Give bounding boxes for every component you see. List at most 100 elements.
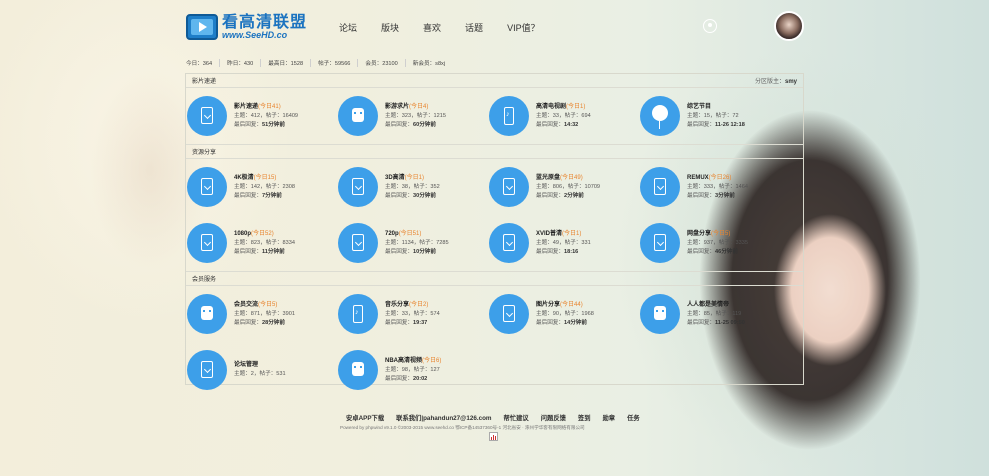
forum-name[interactable]: 4K极清 [234,175,254,181]
forum-doc-icon[interactable] [640,223,680,263]
film-logo-icon [186,14,218,40]
forum-counts: 主题：806，帖子：10709 [536,183,601,190]
forum-phone-icon[interactable] [338,294,378,334]
forum-name[interactable]: 图片分享 [536,302,560,308]
forum-robot-icon[interactable] [640,294,680,334]
user-icon[interactable] [703,19,717,33]
forum-robot-icon[interactable] [187,294,227,334]
forum-name[interactable]: 1080p [234,231,251,237]
section-title[interactable]: 影片速递 [192,76,216,85]
forum-name[interactable]: 高清电视剧 [536,104,566,110]
forum-doc-icon[interactable] [187,350,227,390]
footer-link[interactable]: 帮忙建议 [504,413,529,422]
footer-link[interactable]: 问题反馈 [541,413,566,422]
forum-item[interactable]: 会员交流(今日5) 主题：871，帖子：3901 最后回复：28分钟前 [186,294,337,334]
forum-item[interactable]: REMUX(今日26) 主题：333，帖子：1464 最后回复：3分钟前 [639,167,790,207]
nav-forum[interactable]: 论坛 [339,21,357,34]
forum-name[interactable]: REMUX [687,175,709,181]
forum-last-reply: 最后回复：51分钟前 [234,121,285,128]
moderator-name[interactable]: smy [785,79,797,85]
forum-counts: 主题：38，帖子：352 [385,183,440,190]
forum-counts: 主题：142，帖子：2308 [234,183,295,190]
forum-name[interactable]: 蓝光原盘 [536,175,560,181]
forum-doc-icon[interactable] [338,167,378,207]
forum-name[interactable]: 3D高清 [385,175,405,181]
forum-row: 1080p(今日52) 主题：823，帖子：8334 最后回复：11分钟前 720p(… [186,215,803,271]
forum-name[interactable]: 会员交流 [234,302,258,308]
forum-item[interactable]: 综艺节目 主题：15，帖子：72 最后回复：11-26 12:18 [639,96,790,136]
footer-link[interactable]: 联系我们|pahandun27@126.com [396,413,491,422]
forum-name[interactable]: 影片速递 [234,104,258,110]
forum-balloon-icon[interactable] [640,96,680,136]
forum-item[interactable]: 1080p(今日52) 主题：823，帖子：8334 最后回复：11分钟前 [186,223,337,263]
forum-item[interactable]: 4K极清(今日15) 主题：142，帖子：2308 最后回复：7分钟前 [186,167,337,207]
forum-item[interactable]: 人人都是美情帝 主题：85，帖子：119 最后回复：11-25 09:50 [639,294,790,334]
forum-name[interactable]: 综艺节目 [687,104,711,110]
nav-likes[interactable]: 喜欢 [423,21,441,34]
forum-item[interactable]: 论坛管理 主题：2，帖子：531 [186,350,337,390]
forum-counts: 主题：412，帖子：16409 [234,112,299,119]
forum-name[interactable]: 音乐分享 [385,302,409,308]
forum-today-count: (今日41) [258,103,281,110]
forum-name[interactable]: 网盘分享 [687,231,711,237]
forum-today-count: (今日26) [708,174,732,181]
forum-name[interactable]: 720p [385,231,399,237]
forum-item[interactable]: 720p(今日51) 主题：1134，帖子：7285 最后回复：10分钟前 [337,223,488,263]
forum-counts: 主题：1134，帖子：7285 [385,239,449,246]
forum-doc-icon[interactable] [338,223,378,263]
footer-link[interactable]: 签到 [578,413,591,422]
forum-doc-icon[interactable] [187,167,227,207]
forum-item[interactable]: NBA高清视频(今日6) 主题：98，帖子：127 最后回复：20:02 [337,350,488,390]
nav-boards[interactable]: 版块 [381,21,399,34]
forum-today-count: (今日6) [422,357,442,364]
forum-name[interactable]: 人人都是美情帝 [687,302,729,308]
forum-name[interactable]: 论坛管理 [234,362,258,368]
forum-last-reply: 最后回复：14:32 [536,121,579,128]
forum-row: 4K极清(今日15) 主题：142，帖子：2308 最后回复：7分钟前 3D高清 (今日… [186,159,803,215]
forum-doc-icon[interactable] [489,167,529,207]
forum-item[interactable]: 影游求片(今日4) 主题：323，帖子：1215 最后回复：60分钟前 [337,96,488,136]
forum-last-reply: 最后回复：3分钟前 [687,192,735,199]
stats-badge-icon[interactable] [489,432,498,441]
forum-robot-icon[interactable] [338,350,378,390]
section-title[interactable]: 会员服务 [192,274,216,283]
footer-link[interactable]: 勋章 [603,413,616,422]
forum-doc-icon[interactable] [489,223,529,263]
forum-last-reply: 最后回复：20:02 [385,375,428,382]
forum-last-reply: 最后回复：18:16 [536,248,579,255]
forum-counts: 主题：90，帖子：1968 [536,310,594,317]
forum-item[interactable]: 音乐分享(今日2) 主题：33，帖子：574 最后回复：19:37 [337,294,488,334]
stat-yesterday: 昨日：430 [227,59,262,67]
forum-item[interactable]: 高清电视剧(今日1) 主题：33，帖子：694 最后回复：14:32 [488,96,639,136]
forum-name[interactable]: 影游求片 [385,104,409,110]
forum-item[interactable]: 影片速递(今日41) 主题：412，帖子：16409 最后回复：51分钟前 [186,96,337,136]
stat-new-member[interactable]: 新会员：s8xj [413,59,452,67]
nav-topics[interactable]: 话题 [465,21,483,34]
avatar[interactable] [774,11,804,41]
section-header: 会员服务 [186,272,803,286]
section-2: 会员服务会员交流(今日5) 主题：871，帖子：3901 最后回复：28分钟前 音乐分… [186,272,803,398]
forum-last-reply: 最后回复：30分钟前 [385,192,436,199]
footer-link[interactable]: 任务 [627,413,640,422]
forum-name[interactable]: XVID普清 [536,231,562,237]
footer-link[interactable]: 安卓APP下载 [346,413,384,422]
nav-vip[interactable]: VIP值？ [507,21,540,34]
forum-counts: 主题：49，帖子：331 [536,239,591,246]
forum-doc-icon[interactable] [640,167,680,207]
forum-last-reply: 最后回复：11-26 12:18 [687,121,745,128]
forum-item[interactable]: 图片分享(今日44) 主题：90，帖子：1968 最后回复：14分钟前 [488,294,639,334]
forum-doc-icon[interactable] [187,223,227,263]
forum-item[interactable]: 3D高清(今日1) 主题：38，帖子：352 最后回复：30分钟前 [337,167,488,207]
forum-name[interactable]: NBA高清视频 [385,358,422,364]
forum-phone-icon[interactable] [489,96,529,136]
forum-doc-icon[interactable] [489,294,529,334]
forum-item[interactable]: 蓝光原盘(今日49) 主题：806，帖子：10709 最后回复：2分钟前 [488,167,639,207]
forum-item[interactable]: XVID普清(今日1) 主题：49，帖子：331 最后回复：18:16 [488,223,639,263]
forum-item[interactable]: 网盘分享(今日5) 主题：937，帖子：3335 最后回复：46分钟前 [639,223,790,263]
forum-counts: 主题：937，帖子：3335 [687,239,748,246]
forum-robot-icon[interactable] [338,96,378,136]
forum-doc-icon[interactable] [187,96,227,136]
section-0: 影片速递 分区版主：smy 影片速递(今日41) 主题：412，帖子：16409 最后回… [186,74,803,145]
site-logo[interactable]: 看高清联盟 www.SeeHD.co [186,12,336,42]
section-title[interactable]: 资源分享 [192,147,216,156]
